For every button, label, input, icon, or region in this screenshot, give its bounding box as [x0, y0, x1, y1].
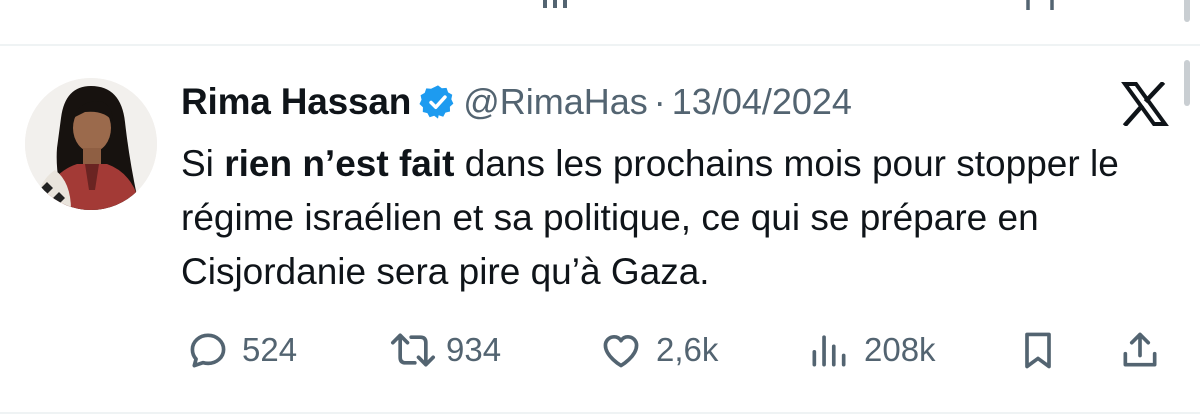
tweet-text-start: Si: [181, 143, 225, 184]
reply-count: 524: [242, 331, 298, 368]
author-handle[interactable]: @RimaHas: [463, 81, 648, 123]
like-button[interactable]: 2,6k: [598, 320, 718, 380]
divider: [0, 44, 1200, 46]
scrollbar[interactable]: [1184, 60, 1190, 106]
reply-icon: [190, 333, 226, 368]
heart-icon: [603, 334, 639, 368]
x-logo-icon[interactable]: [1121, 82, 1169, 126]
repost-count: 934: [446, 331, 502, 368]
reply-button[interactable]: 524: [186, 320, 297, 380]
share-button[interactable]: [1118, 320, 1162, 380]
author-name[interactable]: Rima Hassan: [181, 81, 411, 123]
tweet-actions: 524 934 2,6k 208k: [0, 320, 1200, 380]
repost-icon: [391, 333, 435, 367]
views-button[interactable]: 208k: [806, 320, 936, 380]
meta-separator: ·: [653, 81, 666, 122]
scrollbar[interactable]: [1184, 0, 1190, 22]
views-icon: [812, 335, 846, 367]
share-icon: [1123, 332, 1157, 367]
tweet-header: Rima Hassan @RimaHas · 13/04/2024: [181, 80, 852, 124]
bookmark-icon[interactable]: [1020, 0, 1060, 14]
repost-button[interactable]: 934: [386, 320, 501, 380]
bookmark-button[interactable]: [1016, 320, 1060, 380]
avatar-photo: [25, 78, 157, 210]
tweet-date[interactable]: 13/04/2024: [672, 81, 852, 123]
views-count: 208k: [864, 331, 936, 368]
views-icon[interactable]: [535, 0, 575, 14]
like-count: 2,6k: [656, 331, 719, 368]
verified-badge-icon: [419, 85, 454, 119]
tweet-text: Si rien n’est fait dans les prochains mo…: [181, 137, 1141, 299]
bookmark-icon: [1025, 332, 1051, 369]
avatar[interactable]: [25, 78, 157, 210]
divider: [0, 412, 1200, 414]
previous-tweet-actions: [0, 0, 1200, 44]
tweet-text-bold: rien n’est fait: [224, 143, 455, 184]
